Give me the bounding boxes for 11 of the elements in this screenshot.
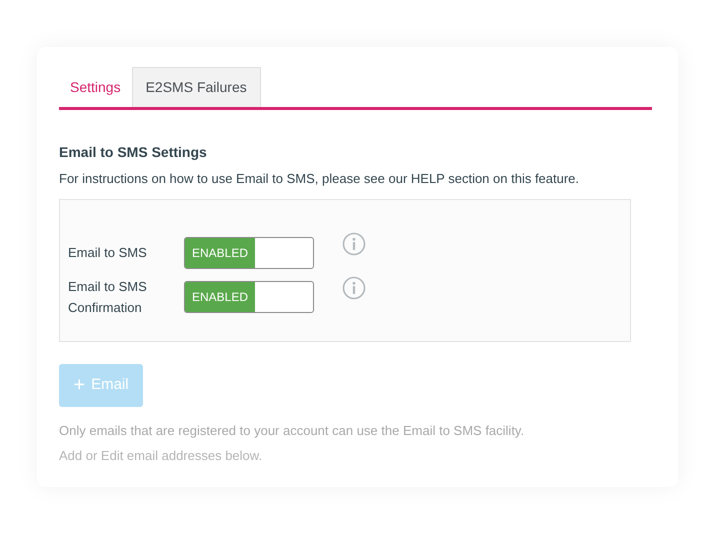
section-description: For instructions on how to use Email to SMS, please see our HELP section on this feature. xyxy=(59,170,580,188)
note-text: Add or Edit email addresses below. xyxy=(59,447,264,465)
info-icon[interactable] xyxy=(342,232,366,256)
toggle-switch[interactable]: ENABLED xyxy=(184,236,314,268)
note-text: Only emails that are registered to your account can use the Email to SMS facility. xyxy=(59,422,526,440)
setting-label: Email to SMS Confirmation xyxy=(68,278,148,316)
setting-label: Email to SMS xyxy=(68,244,148,262)
toggle-switch[interactable]: ENABLED xyxy=(184,280,314,312)
section-title: Email to SMS Settings xyxy=(59,143,208,162)
tab[interactable]: E2SMS Failures xyxy=(132,67,261,107)
info-icon[interactable] xyxy=(342,276,366,300)
